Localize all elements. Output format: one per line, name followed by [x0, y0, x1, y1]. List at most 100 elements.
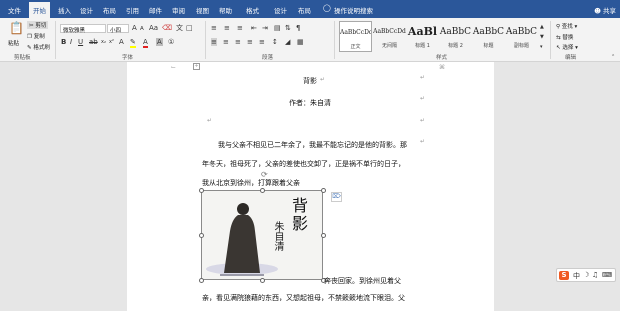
numbering-icon[interactable]: ≡ [224, 24, 230, 32]
cut-button[interactable]: ✂ 剪切 [27, 21, 49, 29]
multilevel-list-icon[interactable]: ≡ [237, 24, 243, 32]
line-spacing-icon[interactable]: ↕ [272, 38, 278, 46]
clipboard-group-label: 剪贴板 [14, 55, 31, 61]
keyboard-icon[interactable]: ⌨ [602, 271, 612, 279]
inserted-image[interactable]: 背影 朱自清 [201, 190, 323, 280]
group-separator [55, 21, 56, 59]
bold-icon[interactable]: B [61, 38, 66, 46]
copy-button[interactable]: ❐ 复制 [27, 32, 45, 40]
strikethrough-icon[interactable]: ab [89, 38, 98, 46]
ime-chinese-mode-icon[interactable]: 中 [573, 271, 580, 281]
style-title[interactable]: AaBbC 标题 [472, 21, 505, 52]
text-effects-icon[interactable]: A [119, 38, 124, 46]
ime-logo: S [559, 271, 569, 280]
tab-layout[interactable]: 布局 [103, 5, 116, 15]
resize-handle[interactable] [199, 278, 204, 283]
font-color-icon[interactable]: A [143, 38, 148, 48]
more-styles-icon[interactable]: ▾ [540, 43, 543, 51]
paste-button[interactable]: 粘贴 [8, 39, 19, 47]
select-button[interactable]: ↖ 选择 ▾ [556, 43, 578, 51]
style-no-spacing[interactable]: AaBbCcDd 无间隔 [373, 21, 406, 52]
grow-font-icon[interactable]: A [132, 24, 137, 32]
justify-icon[interactable]: ≡ [247, 38, 253, 46]
style-normal[interactable]: AaBbCcDd 正文 [339, 21, 372, 52]
layout-options-icon[interactable]: ⌦ [331, 192, 342, 202]
tell-me-search[interactable]: 操作说明搜索 [334, 5, 373, 15]
align-right-icon[interactable]: ≡ [235, 38, 241, 46]
resize-handle[interactable] [321, 188, 326, 193]
tab-mailings[interactable]: 邮件 [149, 5, 162, 15]
align-left-icon[interactable]: ≡ [211, 38, 217, 46]
increase-indent-icon[interactable]: ⇥ [262, 24, 268, 32]
resize-handle[interactable] [260, 188, 265, 193]
resize-handle[interactable] [199, 188, 204, 193]
scroll-down-icon[interactable]: ▼ [540, 33, 544, 41]
shading-icon[interactable]: ◢ [285, 38, 290, 46]
tab-table-layout[interactable]: 布局 [298, 5, 311, 15]
format-painter-button[interactable]: ✎ 格式刷 [27, 43, 50, 51]
subscript-icon[interactable]: x₂ [101, 38, 106, 46]
font-group-label: 字体 [122, 55, 134, 61]
tab-insert[interactable]: 插入 [58, 5, 71, 15]
share-label: 共享 [603, 7, 616, 15]
tab-file[interactable]: 文件 [8, 5, 21, 15]
char-border-icon[interactable]: □ [186, 24, 193, 32]
brush-icon: ✎ [27, 45, 32, 51]
tab-review[interactable]: 审阅 [172, 5, 185, 15]
microphone-icon[interactable]: ♫ [592, 271, 598, 279]
sort-icon[interactable]: ⇅ [285, 24, 291, 32]
superscript-icon[interactable]: x² [109, 38, 114, 46]
shrink-font-icon[interactable]: A [140, 25, 144, 33]
resize-handle[interactable] [260, 278, 265, 283]
chinese-layout-icon[interactable]: ▤ [274, 24, 281, 32]
image-author-text: 朱自清 [272, 221, 283, 251]
distributed-icon[interactable]: ≡ [259, 38, 265, 46]
tab-view[interactable]: 视图 [196, 5, 209, 15]
scroll-up-icon[interactable]: ▲ [540, 23, 544, 31]
table-move-handle-icon[interactable]: + [193, 63, 200, 70]
tab-home[interactable]: 开始 [29, 2, 50, 18]
resize-handle[interactable] [199, 233, 204, 238]
collapse-ribbon-icon[interactable]: ⌃ [611, 53, 615, 61]
style-name: 标题 1 [415, 43, 430, 49]
style-preview: AaBbCcDd [373, 28, 406, 35]
char-shading-icon[interactable]: A [156, 38, 163, 46]
clear-format-icon[interactable]: ⌫ [162, 24, 172, 32]
paragraph-line: 我与父亲不相见已二年余了，我最不能忘记的是他的背影。那 [218, 141, 407, 149]
tab-help[interactable]: 帮助 [219, 5, 232, 15]
tab-design[interactable]: 设计 [80, 5, 93, 15]
replace-button[interactable]: ⇆ 替换 [556, 33, 573, 41]
align-center-icon[interactable]: ≡ [223, 38, 229, 46]
style-subtitle[interactable]: AaBbC 副标题 [505, 21, 538, 52]
ime-punctuation-icon[interactable]: ☽ [583, 271, 589, 279]
margin-corner-mark: ⌘ [439, 64, 445, 71]
highlight-icon[interactable]: ✎ [130, 38, 136, 48]
bullets-icon[interactable]: ≡ [211, 24, 217, 32]
change-case-icon[interactable]: Aa [149, 24, 158, 32]
rotate-handle-icon[interactable]: ⟳ [261, 170, 268, 179]
document-author: 作者：朱自清 [289, 99, 331, 107]
underline-icon[interactable]: U [78, 38, 83, 46]
ime-toolbar[interactable]: S 中 ☽ ♫ ⌨ [556, 268, 616, 282]
document-title: 背影 [303, 77, 317, 85]
paste-icon[interactable]: 📋 [9, 22, 24, 35]
tab-references[interactable]: 引用 [126, 5, 139, 15]
borders-icon[interactable]: ▦ [297, 38, 304, 46]
show-marks-icon[interactable]: ¶ [296, 24, 300, 32]
tab-picture-format[interactable]: 格式 [246, 5, 259, 15]
document-page[interactable]: ⌙ + ⌘ 背影 ↵ ↵ 作者：朱自清 ↵ ↵ ↵ 我与父亲不相见已二年余了，我… [127, 62, 494, 311]
enclose-char-icon[interactable]: ① [168, 38, 174, 46]
decrease-indent-icon[interactable]: ⇤ [251, 24, 257, 32]
style-preview: AaBl [407, 25, 438, 38]
style-heading-1[interactable]: AaBl 标题 1 [406, 21, 439, 52]
resize-handle[interactable] [321, 233, 326, 238]
ribbon: 📋 粘贴 ✂ 剪切 ❐ 复制 ✎ 格式刷 剪贴板 微软雅黑 小四 A A Aa … [0, 18, 620, 62]
font-name-select[interactable]: 微软雅黑 [60, 24, 106, 34]
font-size-select[interactable]: 小四 [107, 24, 129, 34]
tab-table-design[interactable]: 设计 [274, 5, 287, 15]
phonetic-icon[interactable]: 文 [176, 24, 183, 32]
find-button[interactable]: ⚲ 查找 ▾ [556, 22, 577, 30]
italic-icon[interactable]: I [70, 38, 72, 46]
share-button[interactable]: ☻ 共享 [594, 5, 616, 15]
style-heading-2[interactable]: AaBbC 标题 2 [439, 21, 472, 52]
